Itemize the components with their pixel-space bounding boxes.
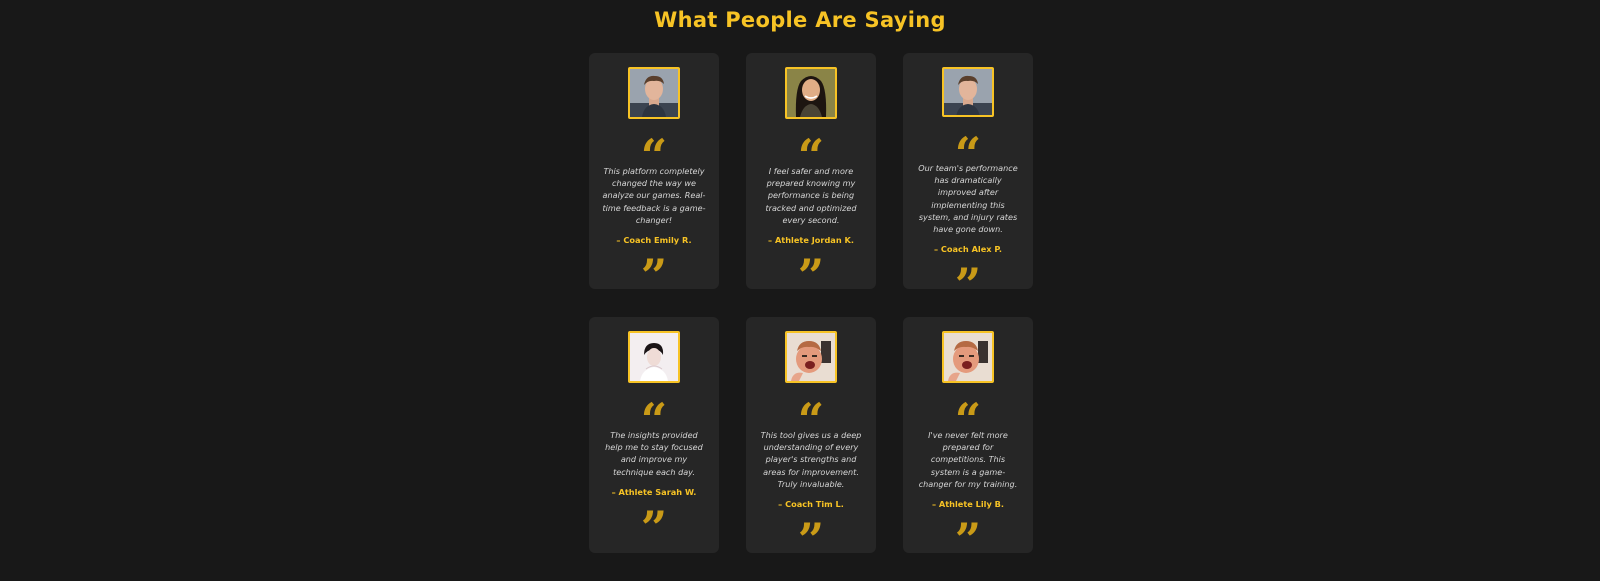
close-quote-icon: ” — [797, 253, 825, 282]
avatar-man-photo — [630, 69, 678, 117]
testimonial-author: – Coach Emily R. — [616, 235, 692, 246]
open-quote-icon: “ — [954, 127, 982, 158]
testimonial-quote: I feel safer and more prepared knowing m… — [765, 166, 857, 225]
testimonial-card: “ I've never felt more prepared for comp… — [903, 317, 1033, 553]
section-title: What People Are Saying — [654, 8, 946, 32]
avatar-person-white-background — [630, 333, 678, 381]
open-quote-icon: “ — [640, 129, 668, 161]
close-quote-icon: ” — [954, 517, 982, 546]
testimonial-quote: I've never felt more prepared for compet… — [918, 430, 1018, 489]
testimonial-author: – Athlete Lily B. — [931, 499, 1005, 510]
testimonial-card: “ I feel safer and more prepared knowing… — [746, 53, 876, 289]
testimonial-card: “ Our team's performance has dramaticall… — [903, 53, 1033, 289]
testimonial-quote: This platform completely changed the way… — [602, 166, 706, 225]
testimonial-card: “ This platform completely changed the w… — [589, 53, 719, 289]
testimonials-grid: “ This platform completely changed the w… — [589, 53, 1035, 553]
testimonial-card: “ The insights provided help me to stay … — [589, 317, 719, 553]
testimonial-quote: The insights provided help me to stay fo… — [605, 430, 703, 477]
avatar — [942, 67, 994, 118]
testimonial-card: “ This tool gives us a deep understandin… — [746, 317, 876, 553]
close-quote-icon: ” — [797, 517, 825, 546]
testimonials-page: What People Are Saying “ This platform c… — [0, 0, 1600, 581]
open-quote-icon: “ — [954, 393, 982, 425]
open-quote-icon: “ — [797, 393, 825, 425]
avatar-woman-photo — [787, 69, 835, 117]
avatar — [942, 331, 994, 383]
testimonial-author: – Athlete Sarah W. — [611, 486, 697, 497]
close-quote-icon: ” — [640, 504, 668, 533]
testimonial-quote: Our team's performance has dramatically … — [918, 162, 1018, 234]
avatar — [628, 331, 680, 383]
avatar — [785, 331, 837, 383]
avatar-man-shouting-photo — [787, 333, 835, 381]
avatar — [785, 67, 837, 119]
open-quote-icon: “ — [797, 129, 825, 161]
testimonial-author: – Athlete Jordan K. — [768, 235, 854, 246]
close-quote-icon: ” — [955, 262, 981, 289]
testimonial-author: – Coach Tim L. — [778, 499, 844, 510]
avatar-man-photo — [944, 69, 992, 116]
testimonial-author: – Coach Alex P. — [933, 244, 1003, 255]
avatar — [628, 67, 680, 119]
avatar-man-shouting-photo — [944, 333, 992, 381]
testimonial-quote: This tool gives us a deep understanding … — [760, 430, 862, 489]
close-quote-icon: ” — [640, 253, 668, 282]
open-quote-icon: “ — [640, 393, 668, 425]
